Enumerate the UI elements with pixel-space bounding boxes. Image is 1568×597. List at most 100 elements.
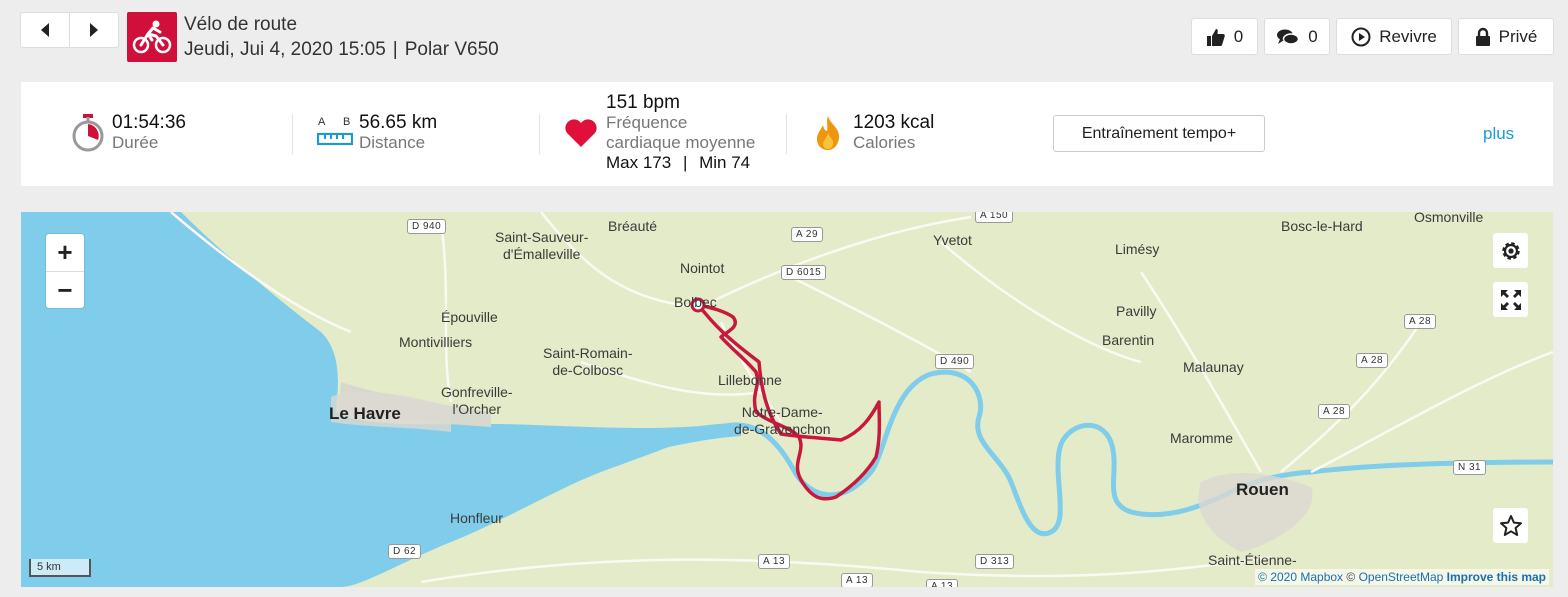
place-label: Yvetot (933, 232, 972, 248)
place-label: Lillebonne (718, 372, 782, 388)
place-label: Bosc-le-Hard (1281, 218, 1363, 234)
heart-rate-max: Max 173 (606, 153, 672, 172)
road-label: A 28 (1404, 314, 1437, 329)
road-label: D 490 (935, 354, 975, 369)
zoom-in-button[interactable]: + (46, 234, 84, 271)
place-label: Saint-Romain- de-Colbosc (543, 345, 633, 378)
heart-rate-range: Max 173 | Min 74 (606, 153, 750, 173)
place-label: Malaunay (1183, 359, 1244, 375)
training-benefit-button[interactable]: Entraînement tempo+ (1053, 115, 1265, 152)
previous-activity-button[interactable] (21, 13, 69, 47)
like-count: 0 (1233, 26, 1244, 46)
duration-label: Durée (112, 133, 159, 152)
chevron-right-icon (90, 23, 98, 37)
distance-icon: A B (317, 116, 353, 152)
ab-a-label: A (318, 116, 326, 128)
road-label: A 13 (926, 579, 959, 587)
lock-icon (1475, 27, 1490, 46)
map-settings-button[interactable] (1493, 233, 1528, 268)
favorite-route-button[interactable] (1493, 508, 1528, 543)
road-label: A 28 (1318, 404, 1351, 419)
relive-label: Revivre (1379, 26, 1437, 46)
activity-date: Jeudi, Jui 4, 2020 15:05 (184, 39, 386, 60)
heart-rate-label-line2: cardiaque moyenne (606, 133, 756, 152)
gear-icon (1501, 241, 1520, 260)
map-attribution: © 2020 Mapbox © OpenStreetMap Improve th… (1255, 569, 1549, 585)
zoom-control: + − (46, 234, 84, 308)
map-scale: 5 km (29, 559, 91, 577)
place-label: Gonfreville- l'Orcher (441, 384, 513, 417)
place-label: Saint-Sauveur- d'Émalleville (495, 229, 589, 262)
separator: | (682, 153, 688, 172)
road-label: A 150 (975, 212, 1014, 223)
road-cycling-icon (127, 12, 177, 62)
road-label: A 13 (841, 573, 874, 587)
comments-icon (1277, 29, 1300, 45)
heart-rate-value: 151 bpm (606, 92, 680, 113)
osm-attribution[interactable]: OpenStreetMap (1359, 570, 1444, 584)
calories-stat: 1203 kcal Calories (814, 82, 1014, 186)
stopwatch-icon (72, 114, 104, 152)
play-circle-icon (1351, 27, 1371, 46)
privacy-button[interactable]: Privé (1458, 18, 1554, 55)
duration-value: 01:54:36 (112, 112, 186, 133)
device-name: Polar V650 (404, 39, 499, 60)
heart-icon (565, 119, 597, 147)
heart-rate-label-line1: Fréquence (606, 113, 688, 132)
road-label: A 29 (791, 227, 824, 242)
thumbs-up-icon (1206, 28, 1225, 46)
more-link[interactable]: plus (1483, 124, 1514, 144)
seine-river (720, 369, 1553, 537)
sport-title: Vélo de route (184, 14, 298, 35)
distance-label: Distance (359, 133, 426, 152)
privacy-label: Privé (1498, 26, 1538, 46)
distance-stat: A B 56.65 km Distance (317, 82, 537, 186)
road-label: D 313 (975, 554, 1015, 569)
road-label: D 6015 (781, 265, 827, 280)
divider (539, 114, 540, 154)
star-icon (1499, 514, 1522, 536)
heart-rate-min: Min 74 (699, 153, 751, 172)
training-summary: 01:54:36 Durée A B 56.65 km Distance 151… (21, 82, 1553, 186)
duration-stat: 01:54:36 Durée (71, 82, 271, 186)
road-label: A 28 (1356, 353, 1389, 368)
improve-map-link[interactable]: Improve this map (1447, 570, 1546, 584)
mapbox-attribution[interactable]: © 2020 Mapbox (1258, 570, 1343, 584)
route-map[interactable]: Bréauté Saint-Sauveur- d'Émalleville Yve… (21, 212, 1553, 587)
ab-b-label: B (343, 116, 351, 128)
calories-label: Calories (853, 133, 916, 152)
like-button[interactable]: 0 (1191, 18, 1258, 55)
activity-route (696, 303, 882, 501)
place-label: Épouville (441, 309, 498, 325)
osm-prefix: © (1346, 570, 1356, 584)
place-label: Barentin (1102, 332, 1155, 348)
place-label: Limésy (1115, 241, 1160, 257)
place-label: Maromme (1170, 430, 1234, 446)
next-activity-button[interactable] (69, 13, 118, 47)
relive-button[interactable]: Revivre (1336, 18, 1452, 55)
fullscreen-button[interactable] (1493, 282, 1528, 317)
road-label: A 13 (758, 554, 791, 569)
place-label: Montivilliers (399, 334, 473, 350)
place-label: Osmonville (1414, 212, 1484, 225)
place-label: Saint-Étienne- (1208, 552, 1297, 568)
activity-nav (20, 12, 119, 48)
place-label: Rouen (1236, 480, 1289, 499)
calories-value: 1203 kcal (853, 112, 935, 133)
chevron-left-icon (41, 23, 49, 37)
road-label: N 31 (1453, 460, 1487, 475)
zoom-out-button[interactable]: − (46, 271, 84, 308)
fullscreen-icon (1500, 289, 1521, 310)
activity-subtitle: Jeudi, Jui 4, 2020 15:05 | Polar V650 (184, 39, 499, 61)
divider (292, 114, 293, 154)
comments-button[interactable]: 0 (1264, 18, 1330, 55)
flame-icon (817, 116, 840, 150)
place-label: Nointot (680, 260, 725, 276)
distance-value: 56.65 km (359, 112, 438, 133)
place-label: Bolbec (674, 294, 717, 310)
place-label: Bréauté (608, 218, 658, 234)
place-label: Honfleur (450, 510, 503, 526)
place-label: Le Havre (329, 404, 401, 423)
place-label: Notre-Dame- de-Gravenchon (734, 404, 831, 437)
heart-rate-stat: 151 bpm Fréquence cardiaque moyenne Max … (564, 82, 784, 186)
